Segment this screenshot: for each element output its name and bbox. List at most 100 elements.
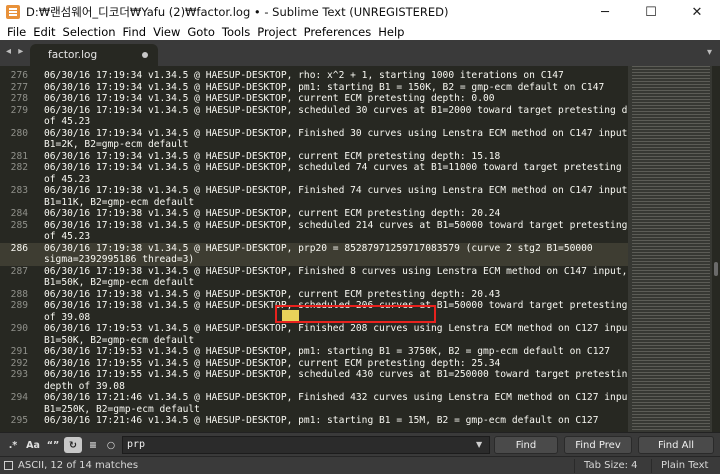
find-input[interactable]: prp bbox=[122, 436, 490, 454]
code-line[interactable]: 288 06/30/16 17:19:38 v1.34.5 @ HAESUP-DE… bbox=[0, 289, 630, 301]
find-history-dropdown-icon[interactable]: ▼ bbox=[476, 440, 482, 449]
line-number: 281 bbox=[10, 150, 28, 162]
modified-dot-icon[interactable] bbox=[142, 52, 148, 58]
code-line[interactable]: 279 06/30/16 17:19:34 v1.34.5 @ HAESUP-DE… bbox=[0, 104, 651, 117]
scrollbar-thumb[interactable] bbox=[714, 262, 718, 276]
line-text: of 39.08 bbox=[44, 311, 91, 323]
menu-help[interactable]: Help bbox=[375, 25, 408, 39]
find-all-button[interactable]: Find All bbox=[638, 436, 714, 454]
window-controls: ─ ☐ ✕ bbox=[582, 0, 720, 24]
line-number: 292 bbox=[10, 357, 28, 369]
close-button[interactable]: ✕ bbox=[674, 0, 720, 24]
line-text: 06/30/16 17:19:38 v1.34.5 @ HAESUP-DESKT… bbox=[44, 265, 628, 277]
code-line[interactable]: 294 06/30/16 17:21:46 v1.34.5 @ HAESUP-DE… bbox=[0, 392, 639, 404]
tab-dropdown-icon[interactable]: ▾ bbox=[707, 47, 712, 58]
regex-toggle[interactable]: .* bbox=[4, 437, 22, 453]
menu-project[interactable]: Project bbox=[254, 25, 300, 39]
wrap-toggle[interactable]: ↻ bbox=[64, 437, 82, 453]
line-text: 06/30/16 17:19:34 v1.34.5 @ HAESUP-DESKT… bbox=[44, 162, 657, 173]
vertical-scrollbar[interactable] bbox=[712, 66, 720, 432]
code-line[interactable]: 276 06/30/16 17:19:34 v1.34.5 @ HAESUP-DE… bbox=[0, 70, 630, 82]
menu-view[interactable]: View bbox=[150, 25, 184, 39]
menu-goto[interactable]: Goto bbox=[184, 25, 219, 39]
code-line[interactable]: depth of 39.08 bbox=[0, 381, 630, 393]
code-line[interactable]: of 45.23 bbox=[0, 231, 630, 243]
line-number: 280 bbox=[10, 127, 28, 139]
code-line[interactable]: 292 06/30/16 17:19:55 v1.34.5 @ HAESUP-DE… bbox=[0, 358, 630, 370]
code-line[interactable]: 281 06/30/16 17:19:34 v1.34.5 @ HAESUP-DE… bbox=[0, 151, 630, 163]
code-line[interactable]: of 45.23 bbox=[0, 116, 630, 128]
minimap[interactable] bbox=[628, 66, 712, 432]
status-encoding-matches: ASCII, 12 of 14 matches bbox=[18, 460, 139, 471]
status-syntax[interactable]: Plain Text bbox=[661, 460, 708, 471]
line-text: 06/30/16 17:19:38 v1.34.5 @ HAESUP-DESKT… bbox=[44, 219, 663, 231]
menu-tools[interactable]: Tools bbox=[219, 25, 254, 39]
status-divider bbox=[574, 459, 575, 473]
code-line[interactable]: 285 06/30/16 17:19:38 v1.34.5 @ HAESUP-DE… bbox=[0, 220, 662, 232]
line-text: 06/30/16 17:19:38 v1.34.5 @ HAESUP-DESKT… bbox=[44, 288, 501, 300]
editor-area[interactable]: 276 06/30/16 17:19:34 v1.34.5 @ HAESUP-DE… bbox=[0, 66, 720, 432]
line-text: 06/30/16 17:19:55 v1.34.5 @ HAESUP-DESKT… bbox=[44, 369, 634, 380]
code-line[interactable]: 278 06/30/16 17:19:34 v1.34.5 @ HAESUP-DE… bbox=[0, 93, 630, 105]
menu-selection[interactable]: Selection bbox=[60, 25, 120, 39]
code-line[interactable]: B1=50K, B2=gmp-ecm default bbox=[0, 277, 630, 289]
code-view[interactable]: 276 06/30/16 17:19:34 v1.34.5 @ HAESUP-DE… bbox=[0, 70, 662, 427]
code-line[interactable]: B1=50K, B2=gmp-ecm default bbox=[0, 335, 630, 347]
line-text: sigma=2392995186 thread=3) bbox=[44, 254, 195, 265]
maximize-button[interactable]: ☐ bbox=[628, 0, 674, 24]
panel-toggle-icon[interactable] bbox=[4, 461, 13, 470]
status-tab-size[interactable]: Tab Size: 4 bbox=[584, 460, 638, 471]
line-number: 279 bbox=[10, 104, 28, 116]
case-sensitive-toggle[interactable]: Aa bbox=[24, 437, 42, 453]
code-line[interactable]: B1=2K, B2=gmp-ecm default bbox=[0, 139, 630, 151]
line-number: 288 bbox=[10, 288, 28, 300]
line-number: 278 bbox=[10, 93, 28, 104]
find-button[interactable]: Find bbox=[494, 436, 558, 454]
menu-find[interactable]: Find bbox=[120, 25, 151, 39]
code-line[interactable]: 286 06/30/16 17:19:38 v1.34.5 @ HAESUP-DE… bbox=[0, 242, 630, 254]
line-text: 06/30/16 17:19:34 v1.34.5 @ HAESUP-DESKT… bbox=[44, 127, 634, 139]
highlight-matches-toggle[interactable]: ○ bbox=[102, 437, 120, 453]
line-text: 06/30/16 17:19:34 v1.34.5 @ HAESUP-DESKT… bbox=[44, 70, 564, 81]
line-text: 06/30/16 17:19:38 v1.34.5 @ HAESUP-DESKT… bbox=[44, 185, 634, 196]
code-line[interactable]: B1=250K, B2=gmp-ecm default bbox=[0, 404, 630, 416]
code-line[interactable]: 277 06/30/16 17:19:34 v1.34.5 @ HAESUP-DE… bbox=[0, 82, 630, 94]
line-text: 06/30/16 17:19:53 v1.34.5 @ HAESUP-DESKT… bbox=[44, 323, 639, 334]
menu-edit[interactable]: Edit bbox=[30, 25, 59, 39]
code-line[interactable]: 284 06/30/16 17:19:38 v1.34.5 @ HAESUP-DE… bbox=[0, 208, 630, 220]
code-line[interactable]: 291 06/30/16 17:19:53 v1.34.5 @ HAESUP-DE… bbox=[0, 346, 630, 358]
code-line[interactable]: of 45.23 bbox=[0, 174, 630, 186]
code-line[interactable]: 282 06/30/16 17:19:34 v1.34.5 @ HAESUP-DE… bbox=[0, 162, 657, 174]
minimap-viewport[interactable] bbox=[628, 66, 712, 432]
minimize-button[interactable]: ─ bbox=[582, 0, 628, 24]
find-prev-button[interactable]: Find Prev bbox=[564, 436, 632, 454]
line-number: 295 bbox=[10, 415, 28, 426]
code-line[interactable]: 293 06/30/16 17:19:55 v1.34.5 @ HAESUP-DE… bbox=[0, 369, 634, 381]
code-line[interactable]: 287 06/30/16 17:19:38 v1.34.5 @ HAESUP-DE… bbox=[0, 266, 630, 278]
menu-bar: File Edit Selection Find View Goto Tools… bbox=[0, 24, 720, 40]
code-line[interactable]: sigma=2392995186 thread=3) bbox=[0, 254, 630, 266]
find-panel: .* Aa “” ↻ ≡ ○ prp ▼ Find Find Prev Find… bbox=[0, 432, 720, 456]
menu-file[interactable]: File bbox=[4, 25, 30, 39]
line-number: 287 bbox=[10, 265, 28, 277]
title-bar: D:₩랜섬웨어_디코더₩Yafu (2)₩factor.log • - Subl… bbox=[0, 0, 720, 24]
in-selection-toggle[interactable]: ≡ bbox=[84, 437, 102, 453]
tab-label: factor.log bbox=[48, 49, 98, 61]
code-line[interactable]: 295 06/30/16 17:21:46 v1.34.5 @ HAESUP-DE… bbox=[0, 415, 630, 427]
status-bar: ASCII, 12 of 14 matches Tab Size: 4 Plai… bbox=[0, 456, 720, 474]
tab-factor-log[interactable]: factor.log bbox=[30, 44, 158, 66]
menu-preferences[interactable]: Preferences bbox=[301, 25, 376, 39]
code-line[interactable]: B1=11K, B2=gmp-ecm default bbox=[0, 197, 630, 209]
line-number: 294 bbox=[10, 392, 28, 403]
code-line[interactable]: 283 06/30/16 17:19:38 v1.34.5 @ HAESUP-DE… bbox=[0, 185, 634, 197]
annotation-highlight-box bbox=[275, 305, 436, 323]
line-text: 06/30/16 17:19:34 v1.34.5 @ HAESUP-DESKT… bbox=[44, 150, 501, 162]
line-text: 06/30/16 17:21:46 v1.34.5 @ HAESUP-DESKT… bbox=[44, 415, 599, 426]
line-text: B1=250K, B2=gmp-ecm default bbox=[44, 403, 200, 415]
tab-nav-arrows-icon[interactable]: ◂ ▸ bbox=[6, 46, 25, 57]
line-text: 06/30/16 17:19:34 v1.34.5 @ HAESUP-DESKT… bbox=[44, 81, 605, 93]
whole-word-toggle[interactable]: “” bbox=[44, 437, 62, 453]
line-text: B1=50K, B2=gmp-ecm default bbox=[44, 277, 195, 288]
code-line[interactable]: 280 06/30/16 17:19:34 v1.34.5 @ HAESUP-DE… bbox=[0, 127, 634, 140]
code-line[interactable]: 290 06/30/16 17:19:53 v1.34.5 @ HAESUP-DE… bbox=[0, 323, 639, 335]
